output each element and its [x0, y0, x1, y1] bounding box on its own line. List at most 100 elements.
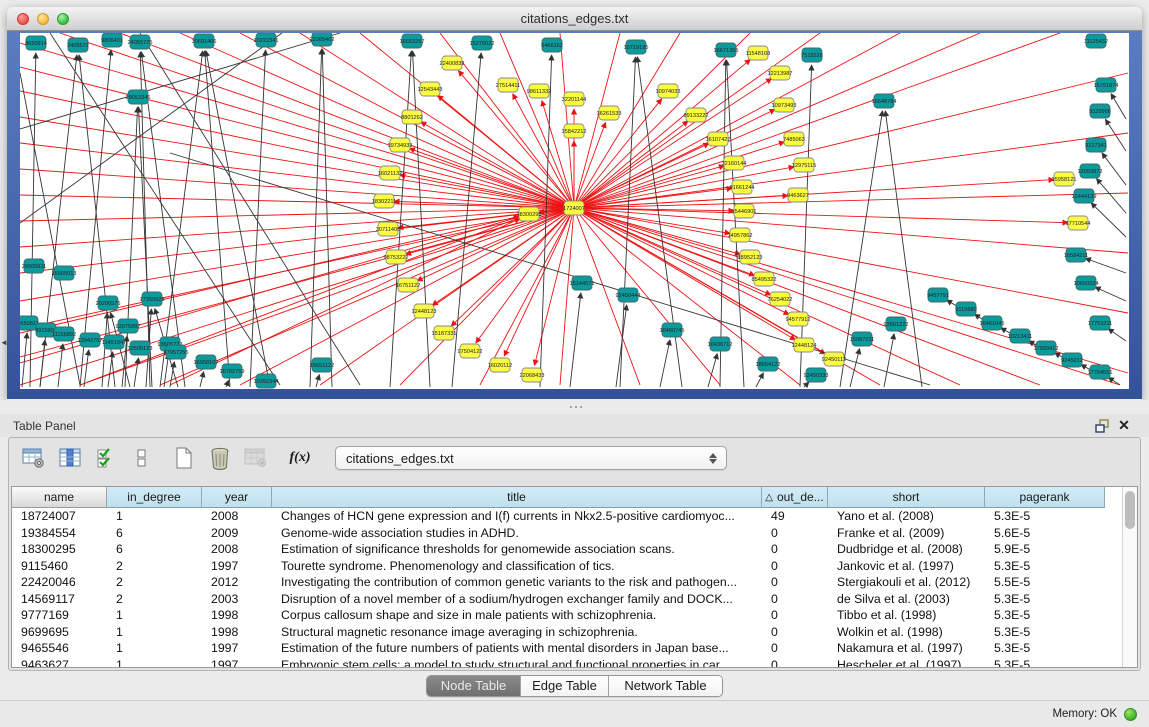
graph-node[interactable]: 29053346 [126, 90, 151, 104]
graph-node[interactable]: 9457791 [927, 288, 949, 302]
horizontal-splitter[interactable] [0, 400, 1149, 414]
graph-node[interactable]: 17359928 [140, 292, 165, 306]
graph-node[interactable]: 27514411 [496, 78, 520, 92]
column-header-in-degree[interactable]: in_degree [107, 487, 202, 508]
window-titlebar[interactable]: citations_edges.txt [7, 7, 1142, 31]
graph-node[interactable]: 22265402 [310, 33, 335, 46]
graph-node[interactable]: 12448124 [792, 338, 817, 352]
scrollbar-thumb[interactable] [1125, 491, 1135, 529]
show-columns-button[interactable] [55, 444, 85, 472]
graph-node[interactable]: 16020112 [488, 358, 512, 372]
graph-node[interactable]: 6466162 [541, 38, 563, 52]
graph-node[interactable]: 20206576 [96, 296, 121, 310]
table-row[interactable]: 911546021997Tourette syndrome. Phenomeno… [12, 558, 1122, 575]
graph-node[interactable]: 15905013 [52, 266, 77, 280]
graph-node[interactable]: 15087211 [850, 332, 874, 346]
graph-node[interactable]: 99133222 [684, 108, 709, 122]
create-new-column-button[interactable] [169, 444, 199, 472]
graph-node[interactable]: 12448123 [412, 304, 437, 318]
graph-node[interactable]: 17999412 [1034, 341, 1059, 355]
table-row[interactable]: 946554611997Estimation of the future num… [12, 640, 1122, 657]
graph-node[interactable]: 16021132 [378, 166, 402, 180]
graph-node[interactable]: 22400832 [440, 56, 465, 70]
delete-columns-button[interactable] [205, 444, 235, 472]
column-header-year[interactable]: year [202, 487, 272, 508]
graph-node[interactable]: 26605911 [22, 259, 46, 273]
graph-node[interactable]: 17753211 [1088, 316, 1112, 330]
graph-node[interactable]: 16460745 [660, 323, 685, 337]
graph-node[interactable]: 92450112 [822, 352, 846, 366]
graph-node[interactable]: 10222341 [254, 33, 279, 47]
graph-node[interactable]: 16782759 [220, 364, 245, 378]
graph-node[interactable]: 10973493 [772, 98, 797, 112]
graph-node[interactable]: 22068433 [520, 368, 545, 382]
table-row[interactable]: 1872400712008Changes of HCN gene express… [12, 508, 1122, 525]
graph-node[interactable]: 16751122 [396, 278, 420, 292]
graph-node[interactable]: 15276022 [470, 36, 495, 50]
graph-node[interactable]: 97504122 [458, 344, 483, 358]
graph-node[interactable]: 94577912 [786, 312, 811, 326]
table-row[interactable]: 969969511998Structural magnetic resonanc… [12, 624, 1122, 641]
graph-node[interactable]: 18302211 [372, 194, 396, 208]
graph-node[interactable]: 16648784 [872, 94, 897, 108]
graph-node[interactable]: 18654122 [756, 357, 781, 371]
graph-node[interactable]: 16461045 [980, 316, 1005, 330]
graph-node[interactable]: 32201144 [562, 92, 586, 106]
graph-node[interactable]: 14957862 [728, 228, 753, 242]
graph-node[interactable]: 11125432 [1084, 34, 1108, 48]
unselect-columns-button[interactable] [127, 444, 157, 472]
graph-node[interactable]: 10436712 [708, 337, 733, 351]
graph-node[interactable]: 98611332 [527, 84, 551, 98]
graph-node[interactable]: 10213411 [1008, 329, 1032, 343]
graph-node[interactable]: 32160144 [722, 156, 747, 170]
panel-collapse-arrow[interactable]: ◄ [0, 338, 8, 347]
graph-node[interactable]: 9463627 [787, 188, 809, 202]
select-all-columns-button[interactable] [91, 444, 121, 472]
graph-node[interactable]: 12444139 [1072, 189, 1097, 203]
graph-node[interactable]: 19734933 [388, 138, 413, 152]
graph-node[interactable]: 16653257 [400, 34, 425, 48]
graph-node[interactable]: 16107427 [706, 132, 731, 146]
graph-node[interactable]: 7485063 [783, 132, 805, 146]
graph-node[interactable]: 10974033 [656, 84, 681, 98]
graph-node[interactable]: 15187331 [432, 326, 457, 340]
column-header-out-de-[interactable]: △out_de... [762, 487, 828, 508]
float-panel-icon[interactable] [1091, 417, 1113, 435]
graph-node[interactable]: 9115680 [955, 302, 976, 316]
network-canvas[interactable]: 8650914240557298064012405572530691406102… [20, 33, 1129, 389]
tab-edge-table[interactable]: Edge Table [521, 676, 609, 696]
table-selector-dropdown[interactable]: citations_edges.txt [335, 446, 727, 470]
table-row[interactable]: 1456911722003Disruption of a novel membe… [12, 591, 1122, 608]
table-row[interactable]: 946362711997Embryonic stem cells: a mode… [12, 657, 1122, 669]
graph-node[interactable]: 16584211 [1064, 248, 1088, 262]
graph-node[interactable]: 15751874 [1094, 78, 1119, 92]
graph-node[interactable]: 1724007 [563, 201, 585, 215]
table-row[interactable]: 2242004622012Investigating the contribut… [12, 574, 1122, 591]
tab-node-table[interactable]: Node Table [427, 676, 521, 696]
function-builder-button[interactable]: f(x) [285, 444, 315, 472]
graph-node[interactable]: 10392344 [254, 374, 279, 388]
graph-node[interactable]: 8650914 [25, 36, 47, 50]
graph-node[interactable]: 13942757 [78, 333, 103, 347]
graph-node[interactable]: 9329966 [1089, 104, 1111, 118]
table-row[interactable]: 977716911998Corpus callosum shape and si… [12, 607, 1122, 624]
memory-status-indicator[interactable] [1124, 708, 1137, 721]
graph-node[interactable]: 92450444 [616, 288, 641, 302]
graph-node[interactable]: 15842212 [562, 124, 587, 138]
graph-node[interactable]: 12505123 [128, 341, 153, 355]
graph-node[interactable]: 30691406 [192, 34, 217, 48]
graph-node[interactable]: 17710544 [1066, 216, 1091, 230]
graph-node[interactable]: 16261533 [597, 106, 622, 120]
graph-node[interactable]: 16958107 [194, 355, 219, 369]
graph-node[interactable]: 24055725 [128, 35, 153, 49]
graph-node[interactable]: 93561222 [884, 317, 909, 331]
graph-node[interactable]: 17764551 [1088, 365, 1113, 379]
column-header-name[interactable]: name [12, 487, 107, 508]
graph-node[interactable]: 15958121 [1052, 172, 1077, 186]
column-header-title[interactable]: title [272, 487, 762, 508]
graph-node[interactable]: 15144571 [570, 276, 595, 290]
graph-node[interactable]: 7515526 [801, 48, 823, 62]
graph-node[interactable]: 18300295 [517, 207, 542, 221]
graph-node[interactable]: 11548108 [746, 46, 770, 60]
column-header-pagerank[interactable]: pagerank [985, 487, 1105, 508]
